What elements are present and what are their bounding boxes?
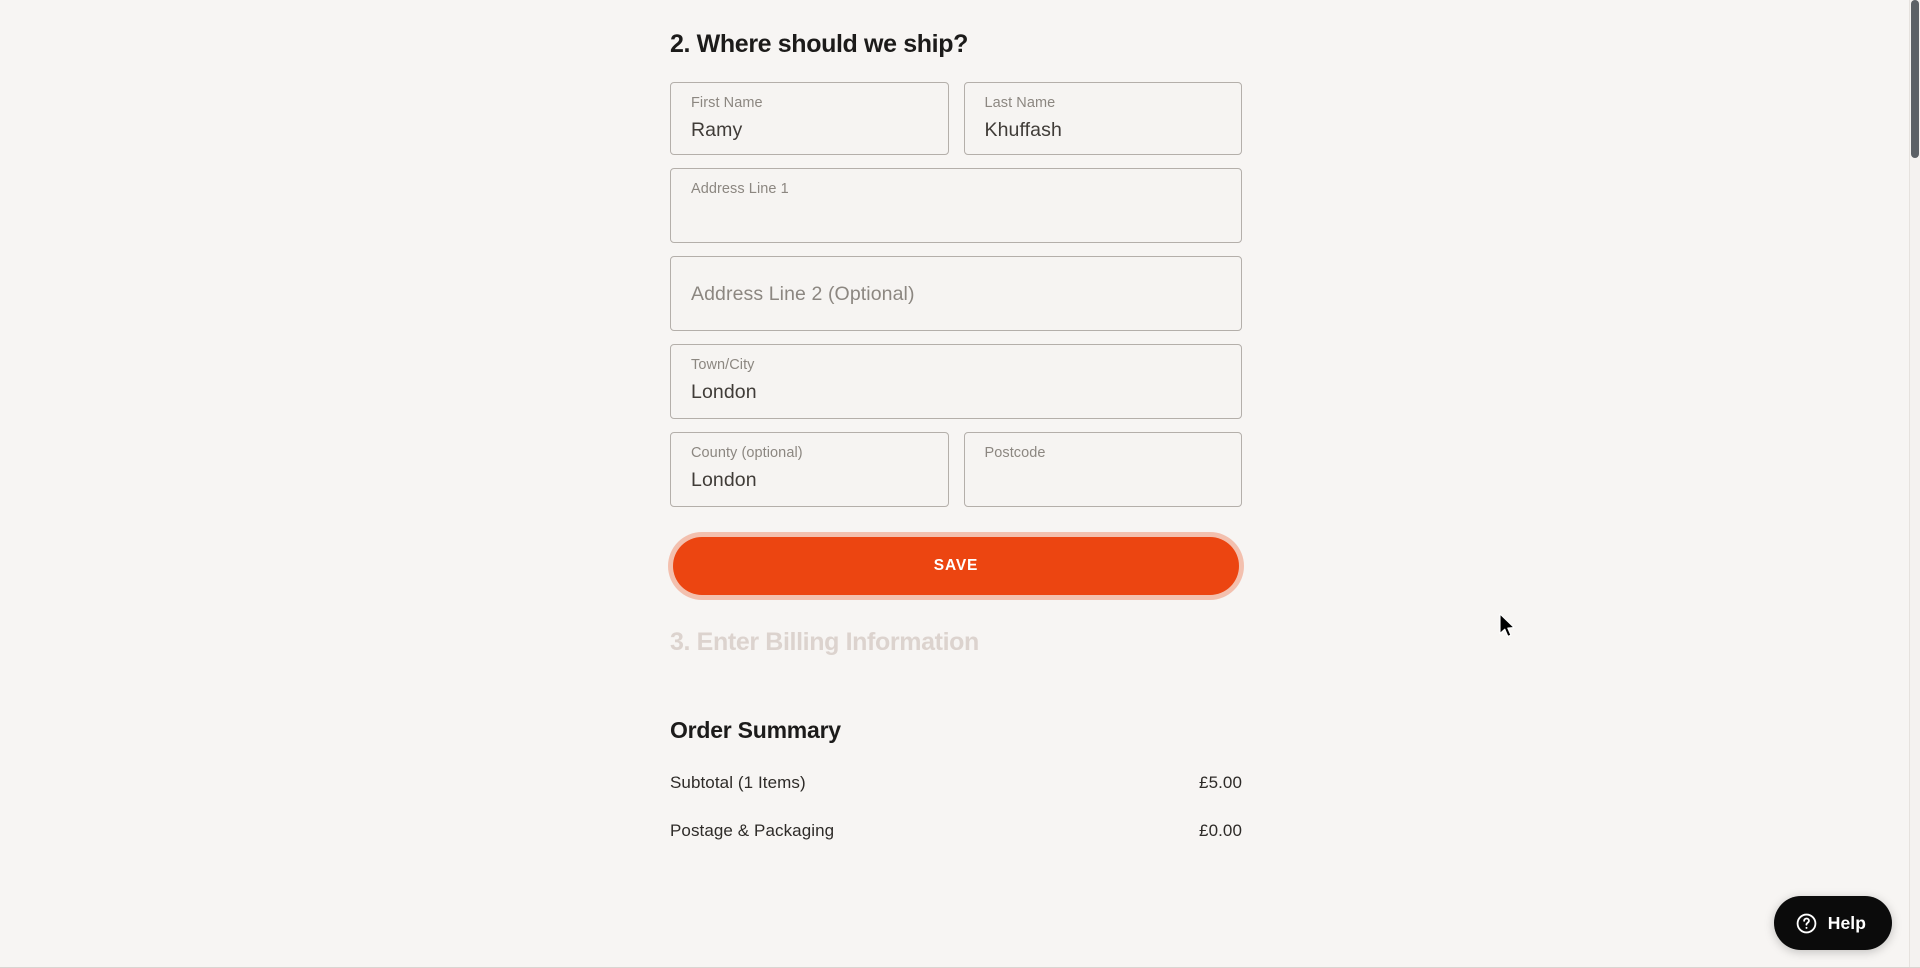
postage-amount: £0.00 bbox=[1199, 820, 1242, 840]
county-value: London bbox=[691, 469, 757, 492]
summary-row-postage: Postage & Packaging £0.00 bbox=[670, 821, 1242, 841]
address-line-2-field[interactable]: Address Line 2 (Optional) bbox=[670, 256, 1242, 332]
page-viewport: 2. Where should we ship? First Name Ramy… bbox=[0, 0, 1920, 968]
page-scrollbar-thumb[interactable] bbox=[1911, 0, 1919, 158]
save-button[interactable]: SAVE bbox=[673, 537, 1239, 596]
name-row: First Name Ramy Last Name Khuffash bbox=[670, 82, 1242, 156]
address-line-1-label: Address Line 1 bbox=[691, 181, 789, 198]
mouse-cursor bbox=[1499, 613, 1519, 641]
address-line-1-value bbox=[691, 203, 1221, 229]
last-name-field[interactable]: Last Name Khuffash bbox=[963, 82, 1242, 156]
billing-step-heading: 3. Enter Billing Information bbox=[670, 628, 979, 657]
address-line-1-field[interactable]: Address Line 1 bbox=[670, 168, 1242, 244]
help-widget-button[interactable]: Help bbox=[1773, 896, 1892, 950]
town-city-field[interactable]: Town/City London bbox=[670, 344, 1242, 420]
postage-label: Postage & Packaging bbox=[670, 820, 835, 840]
county-field[interactable]: County (optional) London bbox=[670, 432, 949, 508]
county-postcode-row: County (optional) London Postcode bbox=[670, 432, 1242, 508]
postcode-value bbox=[985, 467, 1222, 493]
page-scrollbar-track[interactable] bbox=[1909, 0, 1920, 968]
help-widget-label: Help bbox=[1827, 912, 1866, 933]
county-label: County (optional) bbox=[691, 445, 803, 462]
address-line-2-placeholder: Address Line 2 (Optional) bbox=[691, 282, 915, 305]
first-name-field[interactable]: First Name Ramy bbox=[670, 82, 949, 156]
first-name-label: First Name bbox=[691, 95, 763, 112]
postcode-field[interactable]: Postcode bbox=[963, 432, 1242, 508]
last-name-value: Khuffash bbox=[984, 119, 1062, 142]
postcode-label: Postcode bbox=[984, 445, 1046, 462]
shipping-address-form: First Name Ramy Last Name Khuffash Addre… bbox=[670, 82, 1242, 508]
question-circle-icon bbox=[1795, 912, 1818, 935]
save-button-wrapper: SAVE bbox=[670, 534, 1242, 598]
checkout-column: 2. Where should we ship? First Name Ramy… bbox=[670, 0, 1242, 869]
order-summary-title: Order Summary bbox=[670, 716, 841, 743]
order-summary: Order Summary Subtotal (1 Items) £5.00 P… bbox=[670, 717, 1242, 841]
shipping-step-heading: 2. Where should we ship? bbox=[670, 30, 968, 58]
town-city-label: Town/City bbox=[691, 357, 755, 374]
last-name-label: Last Name bbox=[984, 95, 1056, 112]
town-city-value: London bbox=[691, 381, 757, 404]
subtotal-amount: £5.00 bbox=[1199, 772, 1242, 792]
first-name-value: Ramy bbox=[691, 119, 743, 142]
subtotal-label: Subtotal (1 Items) bbox=[670, 772, 806, 792]
summary-row-subtotal: Subtotal (1 Items) £5.00 bbox=[670, 773, 1242, 793]
